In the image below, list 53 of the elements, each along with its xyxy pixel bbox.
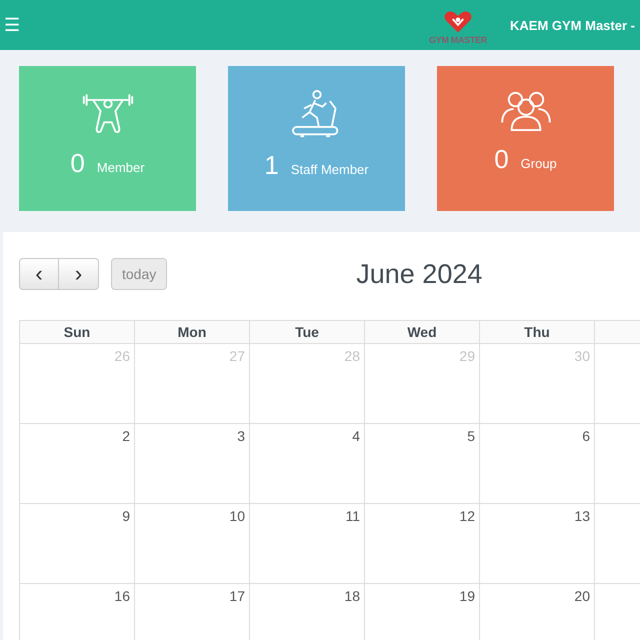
heart-logo-icon: [443, 9, 473, 35]
day-cell[interactable]: 13: [480, 504, 595, 584]
day-cell[interactable]: 16: [20, 584, 135, 640]
day-cell[interactable]: 10: [135, 504, 250, 584]
day-cell[interactable]: 20: [480, 584, 595, 640]
day-cell[interactable]: 4: [250, 424, 365, 504]
day-cell[interactable]: 11: [250, 504, 365, 584]
group-icon: [500, 90, 552, 132]
stat-label: Member: [96, 160, 145, 175]
day-number: 3: [237, 428, 245, 444]
day-cell[interactable]: 6: [480, 424, 595, 504]
weekday-header: Wed: [365, 320, 480, 344]
day-number: 20: [574, 588, 590, 604]
app-title: KAEM GYM Master -: [510, 18, 634, 32]
month-title: June 2024: [356, 258, 482, 290]
day-number: 19: [459, 588, 475, 604]
day-number: 9: [122, 508, 130, 524]
weekday-header: Sun: [20, 320, 135, 344]
day-number: 6: [582, 428, 590, 444]
day-cell[interactable]: 3: [135, 424, 250, 504]
day-number: 27: [229, 348, 245, 364]
day-number: 28: [344, 348, 360, 364]
day-number: 29: [459, 348, 475, 364]
day-cell[interactable]: 2: [20, 424, 135, 504]
weekday-header: Tue: [250, 320, 365, 344]
stat-count: 0: [494, 144, 509, 175]
day-number: 26: [114, 348, 130, 364]
day-number: 30: [574, 348, 590, 364]
day-number: 11: [345, 508, 360, 524]
previous-button[interactable]: ‹: [19, 258, 59, 290]
stat-label: Group: [520, 156, 557, 171]
day-cell[interactable]: 5: [365, 424, 480, 504]
day-number: 17: [229, 588, 245, 604]
next-button[interactable]: ›: [59, 258, 99, 290]
day-number: 4: [352, 428, 360, 444]
stat-label: Staff Member: [290, 162, 369, 177]
logo-text: GYM MASTER: [428, 35, 487, 45]
day-cell[interactable]: 17: [135, 584, 250, 640]
day-cell[interactable]: 9: [20, 504, 135, 584]
weekday-header: Mon: [135, 320, 250, 344]
day-number: 10: [229, 508, 245, 524]
day-cell[interactable]: 12: [365, 504, 480, 584]
day-number: 13: [574, 508, 590, 524]
weekday-header: Thu: [480, 320, 595, 344]
day-cell[interactable]: 19: [365, 584, 480, 640]
day-number: 12: [459, 508, 475, 524]
stat-count: 1: [264, 150, 279, 181]
day-number: 5: [467, 428, 475, 444]
day-number: 2: [122, 428, 130, 444]
day-number: 18: [344, 588, 360, 604]
stat-count: 0: [70, 148, 85, 179]
day-number: 16: [114, 588, 130, 604]
day-cell[interactable]: 18: [250, 584, 365, 640]
